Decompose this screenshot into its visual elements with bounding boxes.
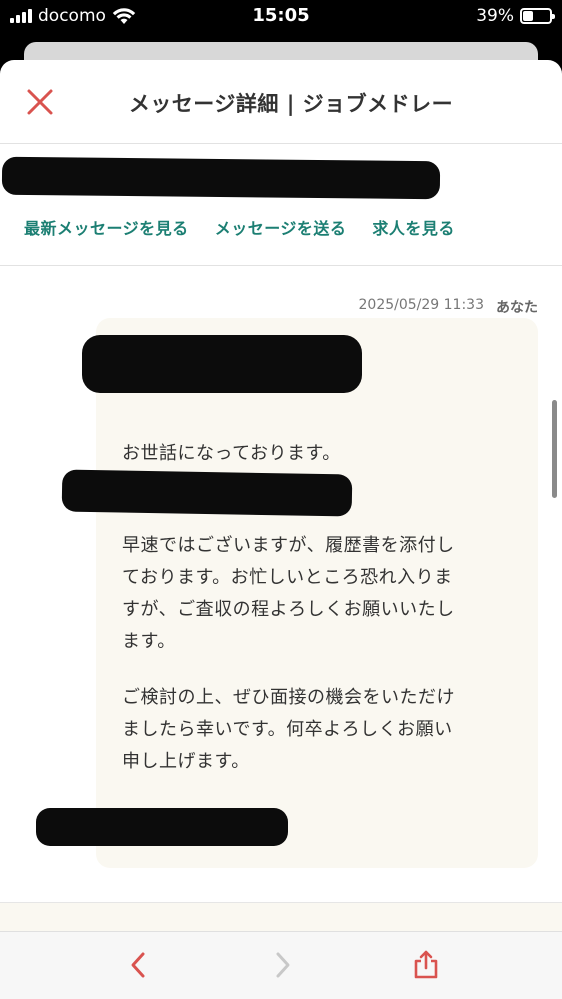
view-job-link[interactable]: 求人を見る [372, 215, 455, 239]
redacted-line [61, 469, 353, 517]
status-bar: docomo 15:05 39% [0, 0, 562, 34]
share-icon[interactable] [411, 950, 441, 980]
redacted-signature [36, 808, 288, 846]
message-sender: あなた [496, 300, 538, 316]
message-paragraph: お世話になっております。 [122, 443, 341, 464]
redacted-recipient [82, 335, 362, 393]
status-right: 39% [476, 6, 555, 26]
sheet-header: メッセージ詳細 | ジョブメドレー [0, 60, 562, 144]
back-chevron-icon[interactable] [124, 950, 154, 980]
forward-chevron-icon[interactable] [267, 950, 297, 980]
message-meta: 2025/05/29 11:33 あなた [359, 297, 539, 317]
battery-fill [523, 11, 533, 21]
scrollbar[interactable] [552, 400, 557, 498]
battery-percent: 39% [476, 6, 514, 26]
message-paragraph: 早速ではございますが、履歴書を添付し ております。お忙しいところ恐れ入りま すが… [122, 535, 455, 652]
latest-message-link[interactable]: 最新メッセージを見る [24, 215, 189, 239]
redacted-name [1, 156, 441, 200]
message-sheet: メッセージ詳細 | ジョブメドレー 最新メッセージを見る メッセージを送る 求人… [0, 60, 562, 999]
message-subheader: 最新メッセージを見る メッセージを送る 求人を見る [0, 145, 562, 266]
nav-links: 最新メッセージを見る メッセージを送る 求人を見る [24, 215, 455, 239]
battery-icon [520, 8, 555, 24]
page-title: メッセージ詳細 | ジョブメドレー [128, 92, 454, 116]
message-paragraph: ご検討の上、ぜひ面接の機会をいただけ ましたら幸いです。何卒よろしくお願い 申し… [122, 687, 455, 772]
next-message-peek [0, 902, 562, 932]
send-message-link[interactable]: メッセージを送る [215, 215, 347, 239]
message-timestamp: 2025/05/29 11:33 [358, 297, 485, 313]
browser-toolbar [0, 931, 562, 999]
